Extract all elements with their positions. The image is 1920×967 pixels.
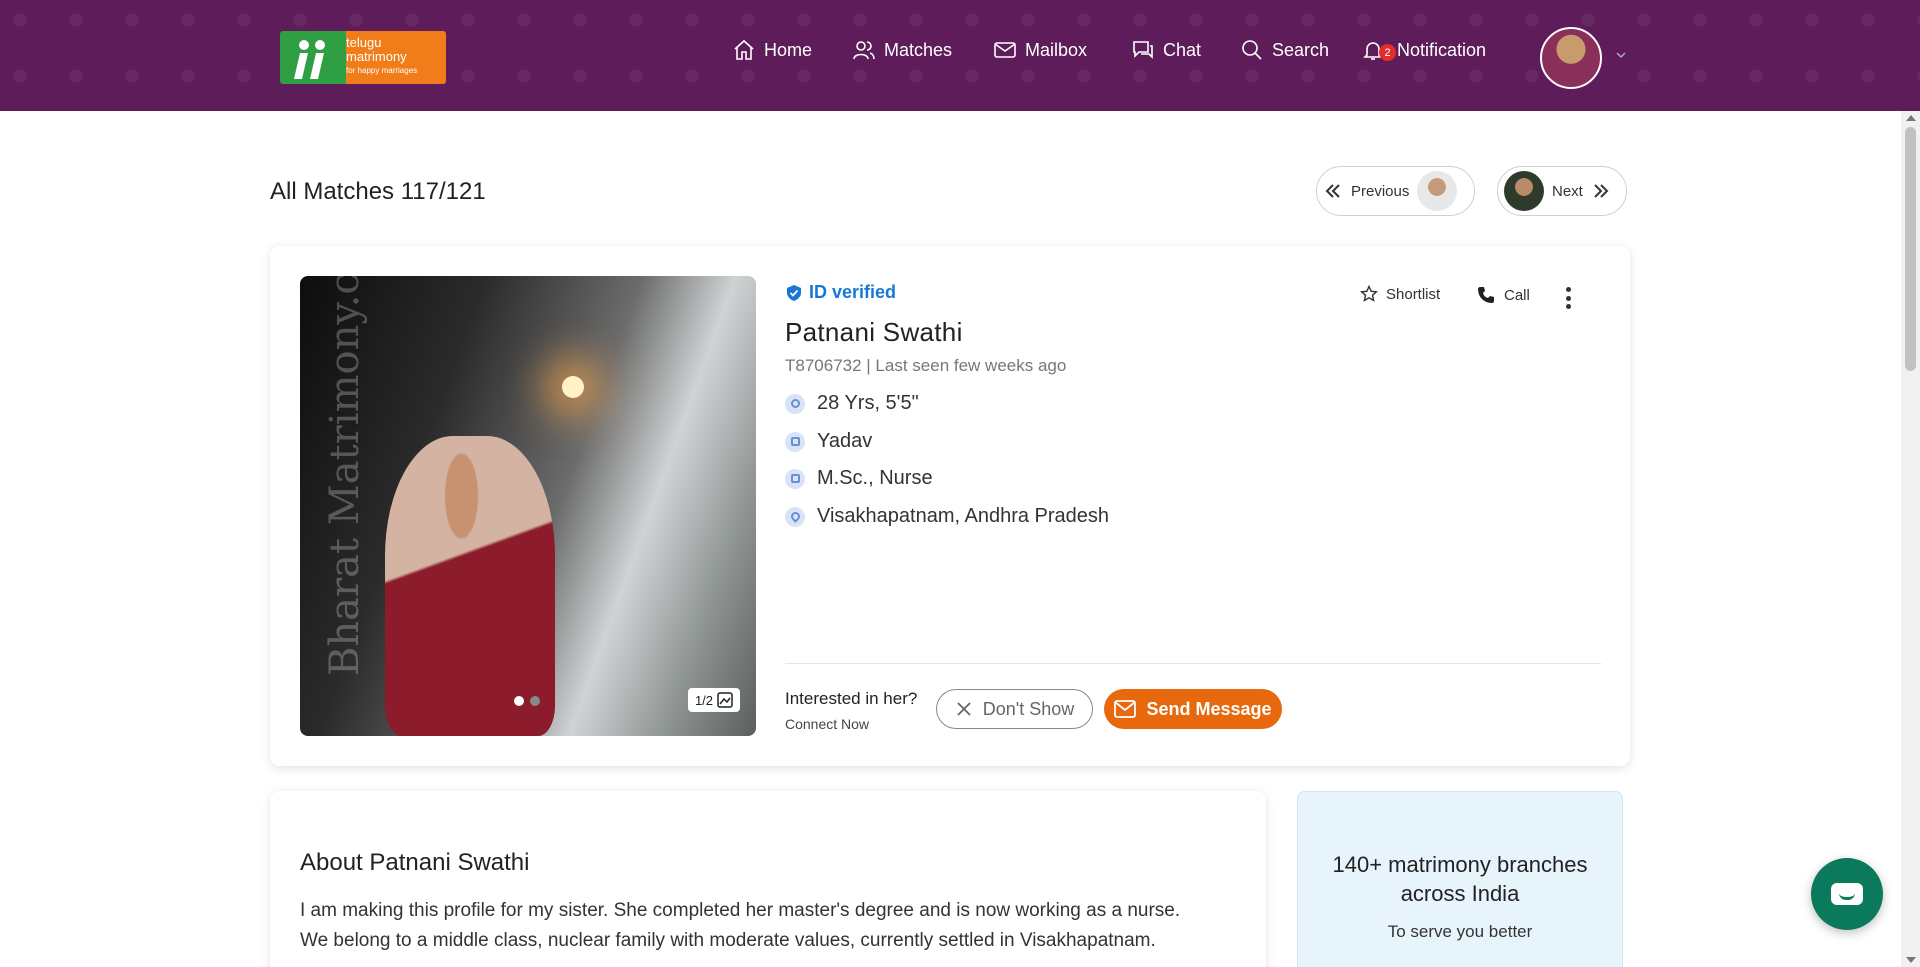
community-icon (785, 431, 805, 452)
double-chevron-left-icon (1325, 184, 1340, 198)
profile-age-height: 28 Yrs, 5'5" (785, 392, 919, 415)
caste-text: Yadav (817, 430, 873, 452)
shortlist-label: Shortlist (1386, 285, 1441, 303)
logo-figures-icon (294, 40, 325, 79)
more-options-icon[interactable] (1566, 287, 1572, 309)
nav-mailbox-label: Mailbox (1025, 39, 1088, 60)
about-card: About Patnani Swathi I am making this pr… (270, 791, 1266, 967)
next-button[interactable]: Next (1497, 166, 1627, 216)
photo-counter-text: 1/2 (694, 692, 714, 708)
interest-question: Interested in her? (785, 689, 918, 708)
profile-location: Visakhapatnam, Andhra Pradesh (785, 505, 1109, 528)
age-height-text: 28 Yrs, 5'5" (817, 392, 919, 414)
nav-notification-label: Notification (1397, 39, 1487, 60)
next-profile-thumbnail (1504, 171, 1544, 211)
shield-check-icon (787, 284, 801, 301)
photo-light (562, 376, 584, 398)
scroll-down-arrow-icon[interactable] (1906, 957, 1916, 963)
about-title: About Patnani Swathi (300, 849, 530, 876)
shortlist-button[interactable]: Shortlist (1360, 285, 1440, 303)
nav-matches-label: Matches (884, 39, 953, 60)
education-text: M.Sc., Nurse (817, 467, 933, 489)
user-avatar[interactable] (1540, 27, 1602, 89)
chat-bubble-icon (1831, 883, 1863, 905)
nav-home-label: Home (764, 39, 813, 60)
nav-chat-label: Chat (1163, 39, 1202, 60)
profile-name: Patnani Swathi (785, 317, 963, 347)
chat-support-button[interactable] (1811, 858, 1883, 930)
profile-education: M.Sc., Nurse (785, 467, 933, 490)
double-chevron-right-icon (1594, 184, 1609, 198)
dont-show-button[interactable]: Don't Show (936, 689, 1093, 729)
nav-notification[interactable]: 2 Notification (1361, 0, 1486, 100)
close-icon (957, 702, 971, 716)
location-pin-icon (785, 506, 805, 527)
photo-person (385, 436, 555, 736)
age-icon (785, 393, 805, 414)
profile-photo[interactable]: Bharat Matrimony.com 1/2 (300, 276, 756, 736)
card-divider (785, 663, 1601, 664)
gallery-icon (717, 692, 733, 708)
scroll-up-arrow-icon[interactable] (1906, 115, 1916, 121)
scrollbar-thumb[interactable] (1905, 127, 1916, 371)
briefcase-icon (785, 468, 805, 489)
nav-mailbox[interactable]: Mailbox (993, 0, 1087, 100)
branches-subtitle: To serve you better (1387, 922, 1533, 941)
profile-id-last-seen: T8706732 | Last seen few weeks ago (785, 356, 1067, 375)
chevron-down-icon[interactable] (1614, 48, 1628, 62)
photo-carousel-dots[interactable] (514, 696, 540, 706)
mail-icon (1114, 700, 1137, 718)
page-title: All Matches 117/121 (270, 178, 486, 205)
users-icon (853, 41, 875, 60)
nav-matches[interactable]: Matches (852, 0, 952, 100)
chat-icon (1133, 41, 1153, 59)
nav-search[interactable]: Search (1240, 0, 1329, 100)
previous-button[interactable]: Previous (1316, 166, 1475, 216)
photo-counter[interactable]: 1/2 (688, 688, 740, 712)
id-verified-badge: ID verified (785, 282, 896, 303)
previous-profile-thumbnail (1417, 171, 1458, 211)
logo-text: telugu matrimony for happy marriages (346, 35, 418, 76)
page-scrollbar[interactable] (1901, 111, 1920, 967)
photo-watermark: Bharat Matrimony.com (322, 276, 368, 676)
star-icon (1360, 285, 1378, 302)
nav-search-label: Search (1272, 39, 1330, 60)
send-message-label: Send Message (1146, 698, 1272, 719)
profile-caste: Yadav (785, 430, 872, 453)
dont-show-label: Don't Show (982, 698, 1075, 719)
location-text: Visakhapatnam, Andhra Pradesh (817, 505, 1110, 527)
nav-chat[interactable]: Chat (1131, 0, 1201, 100)
mail-icon (994, 42, 1016, 58)
send-message-button[interactable]: Send Message (1104, 689, 1282, 729)
search-icon (1242, 40, 1262, 60)
branches-title: 140+ matrimony branches across India (1332, 852, 1588, 906)
phone-icon (1478, 287, 1494, 303)
top-header: telugu matrimony for happy marriages Hom… (0, 0, 1920, 111)
call-button[interactable]: Call (1476, 285, 1530, 305)
notification-badge: 2 (1379, 44, 1396, 61)
nav-home[interactable]: Home (732, 0, 812, 100)
about-text: I am making this profile for my sister. … (300, 900, 1181, 951)
site-logo[interactable]: telugu matrimony for happy marriages (280, 31, 446, 84)
next-label: Next (1552, 182, 1583, 200)
branches-card[interactable]: 140+ matrimony branches across India To … (1297, 791, 1623, 967)
interest-subtext: Connect Now (785, 716, 870, 732)
call-label: Call (1504, 286, 1530, 304)
previous-label: Previous (1351, 182, 1410, 200)
id-verified-label: ID verified (809, 282, 897, 302)
home-icon (734, 39, 754, 60)
